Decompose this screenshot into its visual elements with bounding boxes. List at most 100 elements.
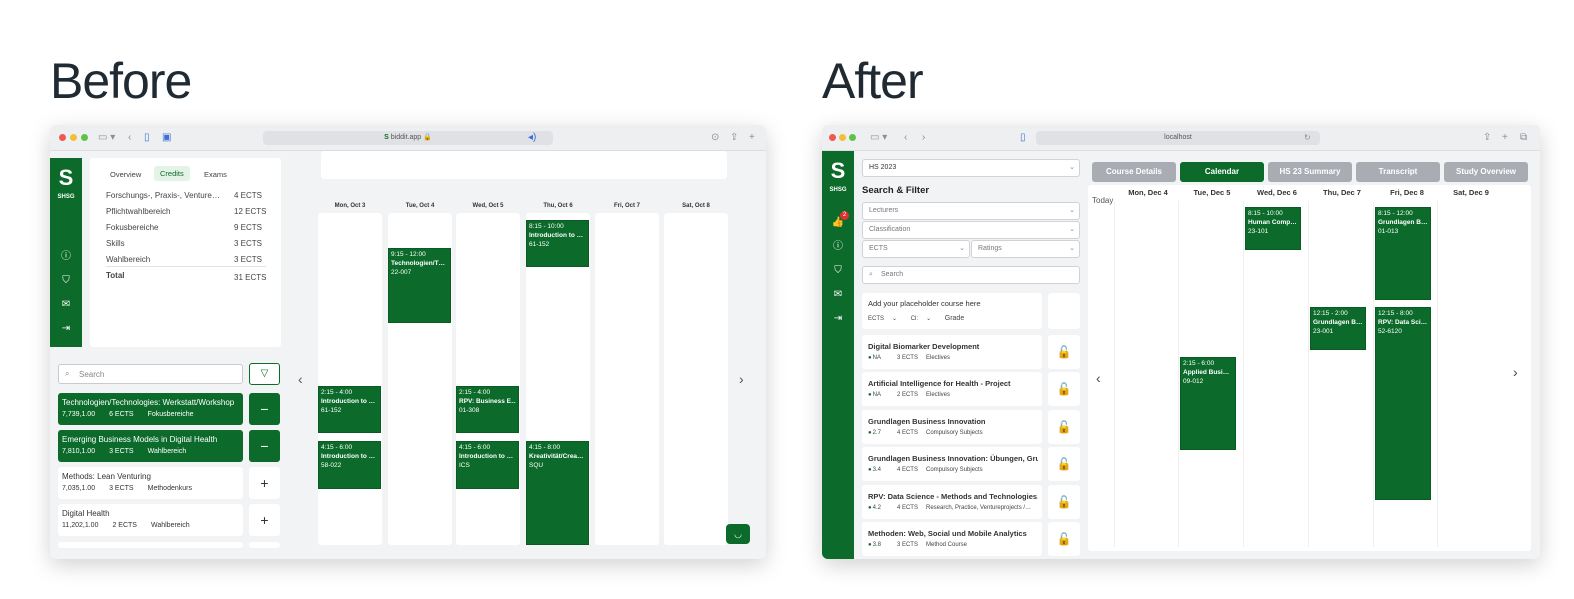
minimize-dot[interactable] <box>839 134 846 141</box>
placeholder-cl[interactable]: Cl: <box>911 316 918 322</box>
unlock-icon: 🔓 <box>1056 419 1072 434</box>
course-card[interactable]: Methods: Lean Venturing 7,035,1.00 3 ECTS M… <box>58 467 243 499</box>
tab-exams[interactable]: Exams <box>204 170 227 179</box>
total-label: Total <box>106 271 125 280</box>
extension-icon[interactable]: ▣ <box>162 131 171 145</box>
course-card[interactable]: Grundlagen Business Innovation: Übungen,… <box>862 447 1042 482</box>
before-address-bar[interactable]: S biddit.app 🔒 <box>263 131 553 145</box>
placeholder-action <box>1048 293 1080 329</box>
close-dot[interactable] <box>829 134 836 141</box>
minimize-dot[interactable] <box>70 134 77 141</box>
total-divider <box>106 266 266 267</box>
course-ects: 4 ECTS <box>896 467 918 474</box>
after-address-bar[interactable]: localhost <box>1036 131 1320 145</box>
calendar-event[interactable]: 12:15 - 8:00 RPV: Data Sci… 52-6120 <box>1375 307 1431 500</box>
calendar-event[interactable]: 2:15 - 4:00 RPV: Business E… 01-308 <box>456 386 519 433</box>
zoom-dot[interactable] <box>81 134 88 141</box>
shield-icon[interactable]: ⛉ <box>822 265 854 277</box>
unlock-course-button[interactable]: 🔓 <box>1048 372 1080 407</box>
tab-transcript[interactable]: Transcript <box>1356 162 1440 182</box>
unlock-course-button[interactable]: 🔓 <box>1048 484 1080 519</box>
mail-icon[interactable]: ✉ <box>50 299 82 311</box>
page-icon[interactable]: ▯ <box>144 131 150 145</box>
calendar-event[interactable]: 4:15 - 6:00 Introduction to … ICS <box>456 441 519 489</box>
today-label[interactable]: Today <box>1092 196 1113 205</box>
new-tab-icon[interactable]: + <box>749 131 755 145</box>
classification-select[interactable]: Classification ⌄ <box>862 221 1080 239</box>
thumbs-up-icon[interactable]: 👍 <box>822 217 854 229</box>
tab-calendar[interactable]: Calendar <box>1180 162 1264 182</box>
ects-select[interactable]: ECTS ⌄ <box>862 240 970 258</box>
course-card[interactable]: Artificial Intelligence for Health - Pro… <box>862 372 1042 407</box>
audio-icon[interactable]: ◂) <box>528 131 536 145</box>
back-icon[interactable]: ‹ <box>128 131 131 145</box>
unlock-course-button[interactable]: 🔓 <box>1048 409 1080 444</box>
semester-select[interactable]: HS 2023 ⌄ <box>862 159 1080 177</box>
unlock-course-button[interactable]: 🔓 <box>1048 335 1080 369</box>
tab-study-overview[interactable]: Study Overview <box>1444 162 1528 182</box>
calendar-event[interactable]: 9:15 - 12:00 Technologien/T… 22-007 <box>388 248 451 323</box>
placeholder-course-card[interactable]: Add your placeholder course here ECTS ⌄ C… <box>862 293 1042 329</box>
remove-course-button[interactable]: − <box>249 393 280 425</box>
unlock-course-button[interactable]: 🔓 <box>1048 522 1080 556</box>
shield-icon[interactable]: ⛉ <box>50 275 82 287</box>
ratings-select[interactable]: Ratings ⌄ <box>971 240 1080 258</box>
logout-icon[interactable]: ⇥ <box>822 313 854 325</box>
tab-hs-23-summary[interactable]: HS 23 Summary <box>1268 162 1352 182</box>
unlock-course-button[interactable]: 🔓 <box>1048 447 1080 482</box>
new-tab-icon[interactable]: + <box>1502 131 1508 145</box>
add-course-button[interactable]: + <box>249 504 280 536</box>
tab-overview[interactable]: Overview <box>110 170 141 179</box>
placeholder-grade[interactable]: Grade <box>945 315 964 322</box>
forward-icon[interactable]: › <box>922 131 925 145</box>
calendar-event[interactable]: 12:15 - 2:00 Grundlagen B… 23-001 <box>1310 307 1366 350</box>
course-card[interactable]: Grundlagen Business Innovation ●2.7 4 ECTS… <box>862 409 1042 444</box>
chat-bot-icon[interactable]: ◡ <box>726 524 750 544</box>
course-code: 7,810,1.00 <box>62 448 96 455</box>
tab-credits[interactable]: Credits <box>154 166 190 181</box>
tab-overview-icon[interactable]: ⧉ <box>1520 131 1527 145</box>
share-icon[interactable]: ⇪ <box>730 131 738 145</box>
zoom-dot[interactable] <box>849 134 856 141</box>
back-icon[interactable]: ‹ <box>904 131 907 145</box>
add-course-button[interactable]: + <box>249 467 280 499</box>
page-icon[interactable]: ▯ <box>1020 131 1026 145</box>
calendar-event[interactable]: 8:15 - 10:00 Human Comp… 23-101 <box>1245 207 1301 250</box>
mail-icon[interactable]: ✉ <box>822 289 854 301</box>
calendar-event[interactable]: 8:15 - 12:00 Grundlagen B… 01-013 <box>1375 207 1431 300</box>
share-icon[interactable]: ⇪ <box>1483 131 1491 145</box>
day-header: Tue, Oct 4 <box>405 203 435 209</box>
info-icon[interactable]: ⓘ <box>50 251 82 263</box>
calendar-event[interactable]: 4:15 - 8:00 Kreativität/Crea… SQU <box>526 441 589 545</box>
course-card[interactable]: Digital Biomarker Development ●NA 3 ECTS El… <box>862 335 1042 369</box>
next-week-icon[interactable]: › <box>739 371 744 387</box>
logout-icon[interactable]: ⇥ <box>50 323 82 335</box>
filter-button[interactable]: ▽ <box>249 363 280 385</box>
download-icon[interactable]: ⊙ <box>711 131 719 145</box>
reload-icon[interactable]: ↻ <box>1304 131 1311 145</box>
close-dot[interactable] <box>59 134 66 141</box>
calendar-event[interactable]: 4:15 - 6:00 Introduction to … 58-022 <box>318 441 381 489</box>
sidebar-toggle-icon[interactable]: ▭ ▾ <box>98 131 115 145</box>
next-week-icon[interactable]: › <box>1513 364 1518 380</box>
prev-week-icon[interactable]: ‹ <box>1096 370 1101 386</box>
placeholder-ects[interactable]: ECTS <box>868 316 884 322</box>
lecturers-select[interactable]: Lecturers ⌄ <box>862 202 1080 220</box>
calendar-event[interactable]: 8:15 - 10:00 Introduction to … 61-152 <box>526 220 589 267</box>
calendar-event[interactable]: 2:15 - 6:00 Applied Busi… 09-012 <box>1180 357 1236 450</box>
course-card[interactable]: Digital Health 11,202,1.00 2 ECTS Wahlberei… <box>58 504 243 536</box>
course-list-overflow <box>58 542 243 548</box>
after-search-input[interactable]: ⌕ Search <box>862 266 1080 284</box>
info-icon[interactable]: ⓘ <box>822 241 854 253</box>
before-search-input[interactable]: ⌕ Search <box>58 364 243 384</box>
course-card[interactable]: Emerging Business Models in Digital Heal… <box>58 430 243 462</box>
prev-week-icon[interactable]: ‹ <box>298 371 303 387</box>
course-card[interactable]: Technologien/Technologies: Werkstatt/Wor… <box>58 393 243 425</box>
course-card[interactable]: RPV: Data Science - Methods and Technolo… <box>862 484 1042 519</box>
course-card[interactable]: Methoden: Web, Social und Mobile Analyti… <box>862 522 1042 556</box>
rating-value: NA <box>872 355 881 361</box>
sidebar-toggle-icon[interactable]: ▭ ▾ <box>870 131 887 145</box>
tab-course-details[interactable]: Course Details <box>1092 162 1176 182</box>
remove-course-button[interactable]: − <box>249 430 280 462</box>
calendar-event[interactable]: 2:15 - 4:00 Introduction to … 61-152 <box>318 386 381 433</box>
